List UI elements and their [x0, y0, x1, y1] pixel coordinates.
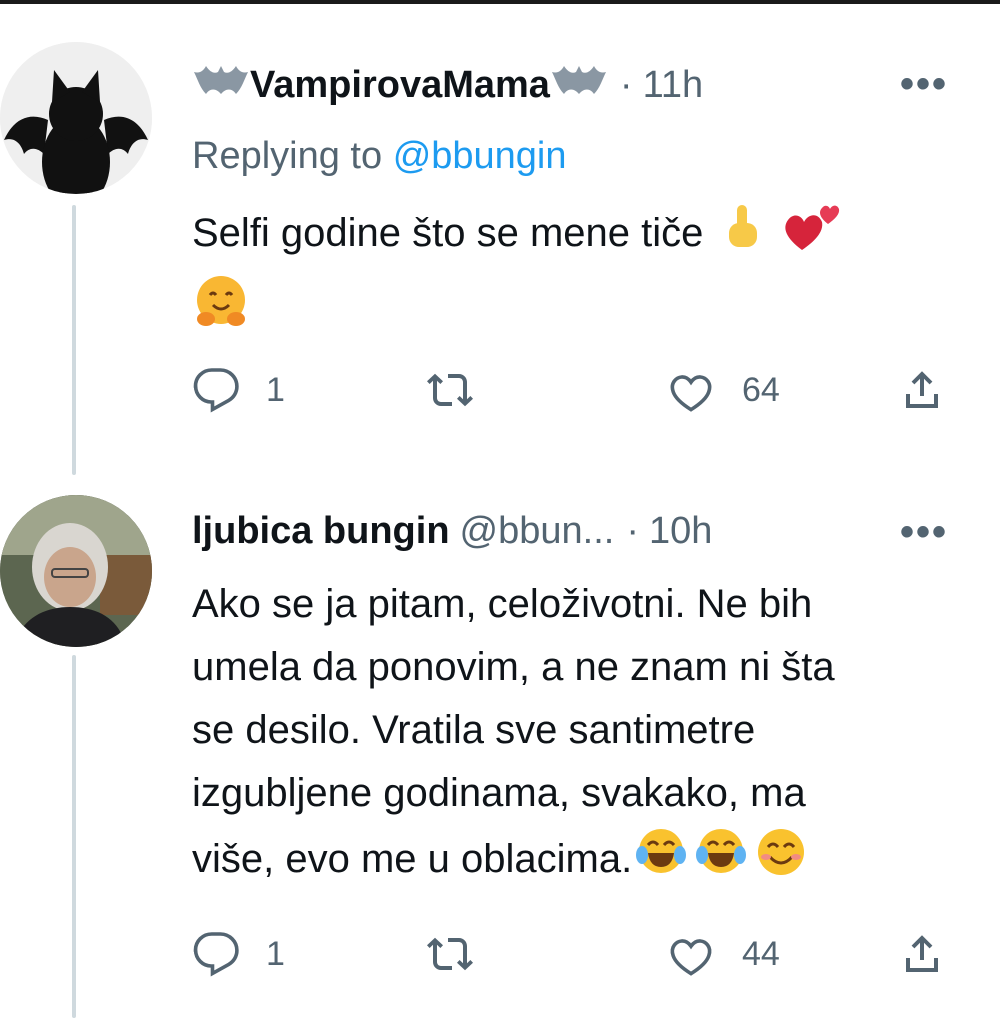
replying-prefix: Replying to	[192, 135, 383, 177]
more-options-icon[interactable]: •••	[900, 62, 948, 107]
black-cat-avatar-icon	[0, 42, 152, 194]
index-pointing-up-icon	[721, 201, 765, 270]
reply-button[interactable]: 1	[192, 930, 285, 978]
tweet-text-line: izgubljene godinama, svakako, ma	[192, 771, 806, 815]
reply-button[interactable]: 1	[192, 366, 285, 414]
profile-photo-icon	[0, 495, 152, 647]
avatar[interactable]	[0, 42, 152, 194]
reply-count: 1	[266, 934, 285, 973]
share-button[interactable]	[898, 366, 946, 414]
tweet-text-line: više, evo me u oblacima.	[192, 837, 633, 882]
bat-icon	[192, 62, 250, 108]
like-button[interactable]: 44	[666, 930, 780, 978]
like-button[interactable]: 64	[666, 366, 780, 414]
heart-icon	[670, 939, 712, 976]
display-name[interactable]: VampirovaMama	[250, 64, 550, 107]
tweet-header: VampirovaMama · 11h	[192, 62, 703, 108]
retweet-button[interactable]	[424, 366, 476, 414]
share-icon	[906, 371, 938, 408]
mention-link[interactable]: @bbungin	[393, 135, 567, 177]
hugging-face-icon	[192, 273, 250, 350]
tweet-text-line-last: više, evo me u oblacima.	[192, 825, 962, 898]
tweet-text-line: se desilo. Vratila sve santimetre	[192, 708, 756, 752]
heart-icon	[670, 375, 712, 412]
handle[interactable]: @bbun...	[460, 510, 615, 553]
reply-count: 1	[266, 370, 285, 409]
tweet-header: ljubica bungin @bbun... · 10h	[192, 510, 712, 553]
two-hearts-icon	[782, 198, 844, 273]
tweet-text: Ako se ja pitam, celoživotni. Ne bih ume…	[192, 573, 962, 898]
avatar[interactable]	[0, 495, 152, 647]
retweet-icon	[427, 373, 473, 407]
tweet-text-line: Ako se ja pitam, celoživotni. Ne bih	[192, 582, 813, 626]
like-count: 44	[742, 934, 780, 973]
replying-to: Replying to @bbungin	[192, 135, 567, 178]
bat-icon	[550, 62, 608, 108]
tweet-vampirovamama[interactable]: VampirovaMama · 11h ••• Replying to @bbu…	[0, 0, 1000, 470]
tears-of-joy-icon	[634, 825, 688, 898]
reply-icon	[193, 368, 239, 413]
timestamp[interactable]: 10h	[649, 510, 712, 553]
tears-of-joy-icon	[694, 825, 748, 898]
retweet-button[interactable]	[424, 930, 476, 978]
tweet-text-content: Selfi godine što se mene tiče	[192, 211, 704, 256]
retweet-icon	[427, 937, 473, 971]
timestamp[interactable]: 11h	[643, 64, 704, 107]
share-button[interactable]	[898, 930, 946, 978]
more-options-icon[interactable]: •••	[900, 510, 948, 555]
like-count: 64	[742, 370, 780, 409]
reply-icon	[193, 932, 239, 977]
smiling-face-icon	[754, 825, 808, 898]
separator-dot: ·	[626, 510, 639, 552]
tweet-actions: 1 64	[192, 366, 962, 416]
tweet-text-line: umela da ponovim, a ne znam ni šta	[192, 645, 835, 689]
tweet-actions: 1 44	[192, 930, 962, 980]
tweet-ljubica-bungin[interactable]: ljubica bungin @bbun... · 10h ••• Ako se…	[0, 470, 1000, 1018]
tweet-text: Selfi godine što se mene tiče	[192, 198, 962, 350]
share-icon	[906, 935, 938, 972]
separator-dot: ·	[619, 63, 633, 106]
display-name[interactable]: ljubica bungin	[192, 510, 450, 553]
